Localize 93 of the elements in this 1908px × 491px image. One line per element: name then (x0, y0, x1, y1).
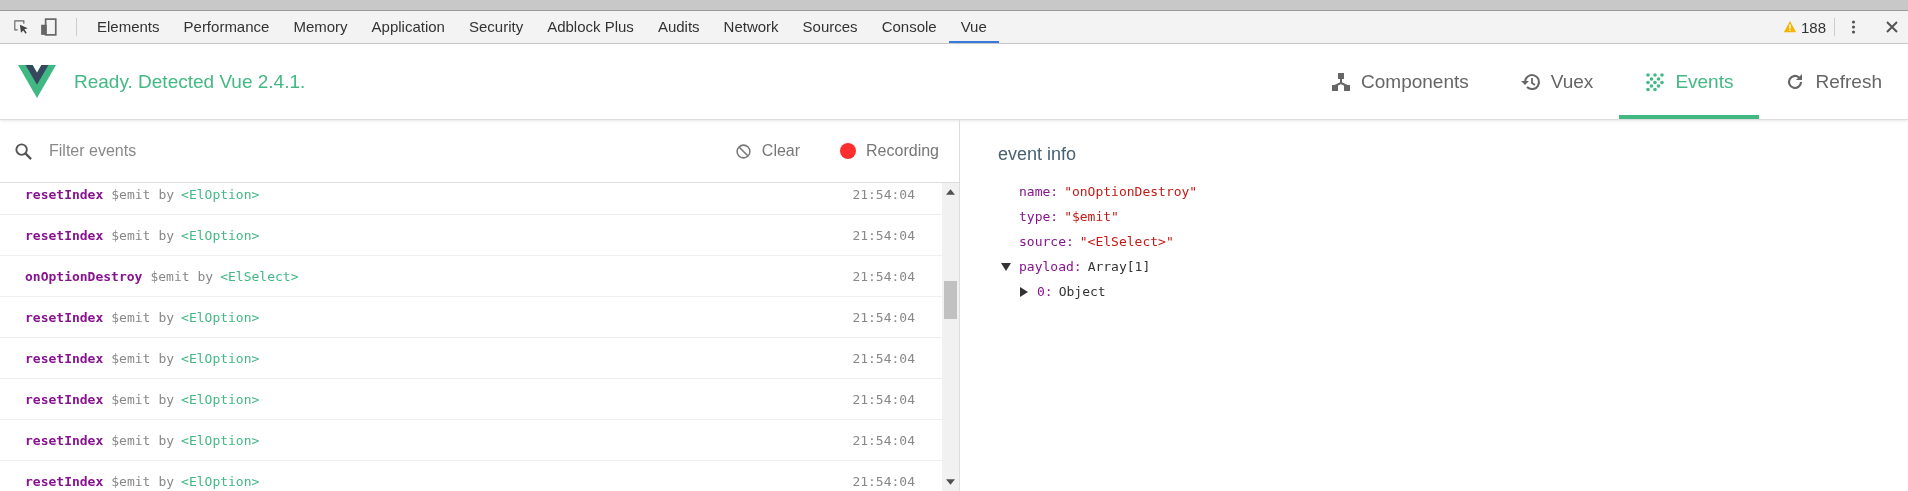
event-row[interactable]: resetIndex $emit by <ElOption> 21:54:04 (0, 338, 942, 379)
clear-button[interactable]: Clear (728, 141, 807, 161)
event-type: $emit (111, 186, 151, 202)
event-time: 21:54:04 (852, 268, 915, 284)
event-type: $emit (111, 473, 151, 489)
scroll-down-icon[interactable] (946, 479, 955, 485)
event-row[interactable]: resetIndex $emit by <ElOption> 21:54:04 (0, 297, 942, 338)
nav-tab[interactable]: Vuex (1494, 44, 1620, 119)
inspect-icon[interactable] (12, 18, 30, 36)
event-row[interactable]: resetIndex $emit by <ElOption> 21:54:04 (0, 215, 942, 256)
devtools-tab[interactable]: Console (869, 11, 949, 43)
event-by-label: by (158, 186, 175, 202)
event-by-label: by (158, 350, 175, 366)
status-message: Ready. Detected Vue 2.4.1. (74, 70, 306, 93)
history-icon (1520, 71, 1541, 92)
event-source: <ElOption> (181, 186, 260, 202)
event-source: <ElOption> (181, 309, 260, 325)
event-source: <ElOption> (181, 432, 260, 448)
event-time: 21:54:04 (852, 473, 915, 489)
property-value: "$emit" (1064, 209, 1119, 224)
expanded-arrow-icon[interactable] (1001, 261, 1011, 272)
search-icon (14, 141, 33, 161)
event-type: $emit (111, 350, 151, 366)
collapsed-arrow-icon[interactable] (1019, 286, 1029, 297)
event-name: resetIndex (25, 350, 104, 366)
devtools-tab[interactable]: Sources (790, 11, 870, 43)
event-name: resetIndex (25, 186, 104, 202)
event-type: $emit (111, 432, 151, 448)
warning-count[interactable]: 188 (1800, 18, 1826, 36)
event-row[interactable]: onOptionDestroy $emit by <ElSelect> 21:54:04 (0, 256, 942, 297)
event-by-label: by (158, 391, 175, 407)
nav-tab[interactable]: Components (1305, 44, 1495, 119)
property-key: payload: (1019, 259, 1082, 274)
warning-icon (1782, 20, 1797, 34)
devtools-tab[interactable]: Network (711, 11, 791, 43)
panel-title: event info (998, 144, 1078, 165)
event-type: $emit (111, 391, 151, 407)
devtools-tab[interactable]: Performance (171, 11, 282, 43)
event-by-label: by (158, 473, 175, 489)
event-name: resetIndex (25, 227, 104, 243)
more-menu-icon[interactable] (1851, 19, 1856, 35)
device-icon[interactable] (40, 18, 58, 36)
scrollbar-thumb[interactable] (944, 281, 957, 319)
event-type: $emit (111, 227, 151, 243)
property-value: Object (1058, 284, 1106, 299)
scrollbar[interactable] (942, 183, 959, 491)
event-name: resetIndex (25, 432, 104, 448)
dot-grid-icon (1645, 71, 1666, 92)
event-by-label: by (158, 227, 175, 243)
block-icon (734, 142, 752, 160)
property-value: "onOptionDestroy" (1064, 184, 1198, 199)
property-value: "<ElSelect>" (1079, 234, 1174, 249)
event-name: onOptionDestroy (25, 268, 143, 284)
event-time: 21:54:04 (852, 186, 915, 202)
event-time: 21:54:04 (852, 432, 915, 448)
vue-logo-icon (18, 65, 56, 98)
devtools-tab[interactable]: Adblock Plus (535, 11, 646, 43)
event-name: resetIndex (25, 309, 104, 325)
devtools-tab[interactable]: Memory (281, 11, 360, 43)
event-source: <ElOption> (181, 473, 260, 489)
devtools-tab[interactable]: Application (359, 11, 457, 43)
event-source: <ElOption> (181, 350, 260, 366)
event-row[interactable]: resetIndex $emit by <ElOption> 21:54:04 (0, 183, 942, 215)
devtools-tab[interactable]: Vue (948, 11, 999, 43)
devtools-tab[interactable]: Security (456, 11, 536, 43)
devtools-tab[interactable]: Elements (85, 11, 172, 43)
event-time: 21:54:04 (852, 309, 915, 325)
event-name: resetIndex (25, 391, 104, 407)
event-type: $emit (150, 268, 190, 284)
event-type: $emit (111, 309, 151, 325)
event-row[interactable]: resetIndex $emit by <ElOption> 21:54:04 (0, 420, 942, 461)
property-key: 0: (1037, 284, 1053, 299)
scroll-up-icon[interactable] (946, 189, 955, 195)
event-time: 21:54:04 (852, 391, 915, 407)
event-source: <ElOption> (181, 391, 260, 407)
event-source: <ElSelect> (220, 268, 299, 284)
close-icon[interactable] (1886, 21, 1898, 33)
recording-button[interactable]: Recording (834, 141, 945, 161)
event-time: 21:54:04 (852, 350, 915, 366)
property-key: type: (1019, 209, 1059, 224)
event-by-label: by (158, 309, 175, 325)
event-source: <ElOption> (181, 227, 260, 243)
event-by-label: by (197, 268, 214, 284)
property-key: name: (1019, 184, 1059, 199)
event-row[interactable]: resetIndex $emit by <ElOption> 21:54:04 (0, 379, 942, 420)
devtools-tab[interactable]: Audits (645, 11, 712, 43)
tree-icon (1331, 71, 1352, 92)
refresh-button[interactable]: Refresh (1759, 44, 1908, 119)
event-name: resetIndex (25, 473, 104, 489)
event-time: 21:54:04 (852, 227, 915, 243)
property-key: source: (1019, 234, 1074, 249)
property-value: Array[1] (1087, 259, 1151, 274)
event-by-label: by (158, 432, 175, 448)
